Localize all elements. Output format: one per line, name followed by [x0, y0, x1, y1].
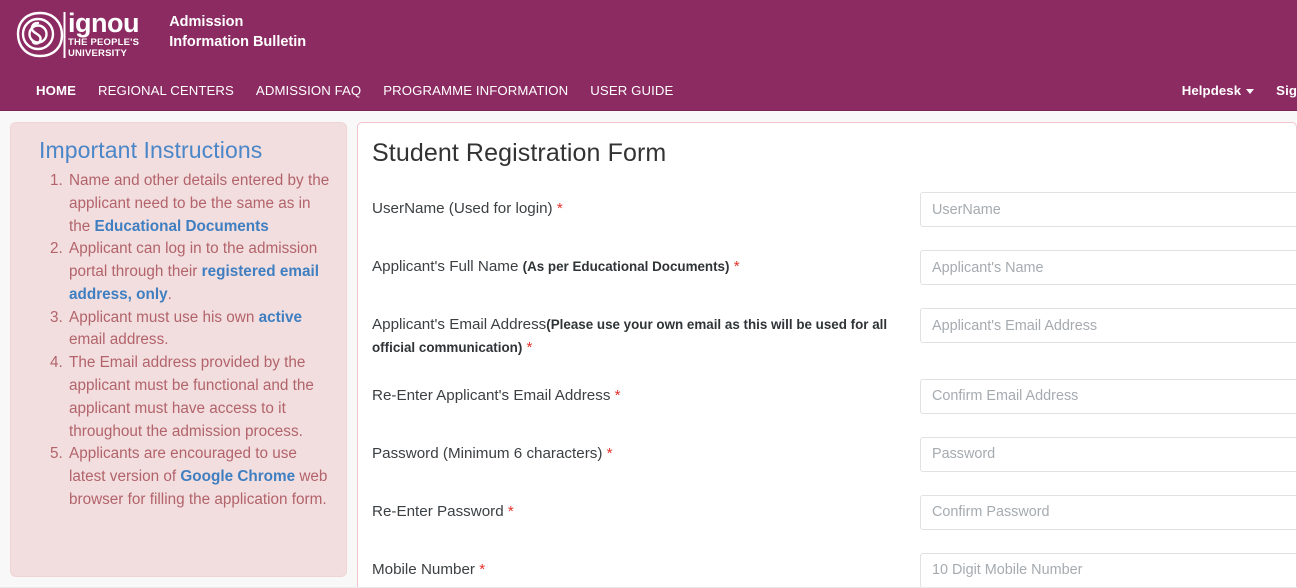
form-row-full-name: Applicant's Full Name (As per Educationa… [358, 250, 1296, 286]
form-row-username: UserName (Used for login) * [358, 192, 1296, 228]
required-marker-email: * [526, 338, 533, 356]
label-confirm-email: Re-Enter Applicant's Email Address * [372, 379, 920, 408]
instruction-4-part-1: The Email address provided by the applic… [69, 354, 314, 440]
chevron-down-icon [1246, 88, 1255, 94]
label-full-name-text: Applicant's Full Name [372, 258, 523, 275]
label-confirm-password-text: Re-Enter Password [372, 502, 504, 520]
nav-item-regional-centers[interactable]: REGIONAL CENTERS [98, 83, 252, 98]
label-mobile-text: Mobile Number [372, 560, 475, 578]
banner-title-line2: Information Bulletin [169, 34, 307, 50]
form-row-mobile: Mobile Number * [358, 552, 1296, 588]
banner-title-line1: Admission [169, 14, 244, 31]
label-mobile: Mobile Number * [372, 553, 920, 582]
page-title: Student Registration Form [372, 139, 667, 167]
brand-block: ignou THE PEOPLE'S UNIVERSITY Admission … [0, 0, 1297, 60]
field-wrap-email [920, 308, 1296, 343]
email-input[interactable] [920, 308, 1296, 343]
label-username-text: UserName (Used for login) [372, 200, 553, 217]
username-input[interactable] [920, 192, 1296, 227]
label-full-name-note: (As per Educational Documents) [522, 259, 730, 274]
label-confirm-email-text: Re-Enter Applicant's Email Address [372, 386, 611, 404]
form-row-email: Applicant's Email Address(Please use you… [358, 308, 1296, 360]
required-marker-confirm-password: * [507, 502, 514, 520]
field-wrap-password [920, 436, 1296, 472]
instructions-list: Name and other details entered by the ap… [27, 170, 330, 512]
nav-secondary-links: Helpdesk Sig [1160, 83, 1297, 98]
mobile-input[interactable] [920, 552, 1296, 588]
instruction-3-part-2: email address. [69, 331, 169, 349]
label-password-text: Password (Minimum 6 characters) [372, 444, 603, 462]
form-row-confirm-password: Re-Enter Password * [358, 494, 1296, 531]
label-password: Password (Minimum 6 characters) * [372, 437, 920, 466]
brand-wordmark: ignou [68, 8, 139, 39]
brand-logotype: ignou THE PEOPLE'S UNIVERSITY [68, 10, 139, 60]
page-banner-title: Admission Information Bulletin [169, 13, 306, 56]
instruction-5-link-1[interactable]: Google Chrome [180, 468, 295, 485]
instruction-item-3: Applicant must use his own active email … [67, 307, 330, 353]
field-wrap-full-name [920, 250, 1296, 285]
required-marker-confirm-email: * [614, 386, 621, 404]
instruction-item-4: The Email address provided by the applic… [67, 352, 330, 443]
page-body: Important Instructions Name and other de… [0, 111, 1297, 588]
instruction-item-1: Name and other details entered by the ap… [67, 170, 330, 238]
nav-primary-links: HOME REGIONAL CENTERS ADMISSION FAQ PROG… [36, 83, 695, 98]
required-marker-mobile: * [479, 560, 486, 578]
nav-item-user-guide[interactable]: USER GUIDE [590, 83, 691, 98]
instruction-2-part-2: . [167, 285, 172, 303]
brand-tagline-line2: UNIVERSITY [68, 48, 128, 59]
nav-item-helpdesk-label: Helpdesk [1181, 82, 1242, 98]
instruction-3-link-1[interactable]: active [259, 309, 302, 326]
field-wrap-mobile [920, 552, 1296, 588]
main-navigation: HOME REGIONAL CENTERS ADMISSION FAQ PROG… [0, 70, 1297, 111]
form-row-confirm-email: Re-Enter Applicant's Email Address * [358, 378, 1296, 415]
instructions-heading: Important Instructions [39, 137, 263, 163]
password-input[interactable] [920, 436, 1296, 472]
instruction-1-link-1[interactable]: Educational Documents [95, 218, 269, 235]
important-instructions-panel: Important Instructions Name and other de… [10, 122, 347, 577]
ignou-emblem-icon [14, 10, 66, 60]
nav-item-admission-faq[interactable]: ADMISSION FAQ [256, 83, 379, 98]
instruction-item-2: Applicant can log in to the admission po… [67, 238, 330, 306]
student-registration-card: Student Registration Form UserName (Used… [357, 122, 1297, 588]
field-wrap-username [920, 192, 1296, 227]
instruction-3-part-1: Applicant must use his own [69, 308, 259, 326]
field-wrap-confirm-password [920, 494, 1296, 530]
required-marker-full-name: * [733, 258, 740, 275]
nav-item-signin[interactable]: Sig [1276, 83, 1297, 98]
required-marker-password: * [606, 444, 613, 462]
nav-item-programme-information[interactable]: PROGRAMME INFORMATION [383, 83, 586, 98]
instruction-item-5: Applicants are encouraged to use latest … [67, 443, 330, 511]
required-marker-username: * [556, 200, 563, 217]
label-username: UserName (Used for login) * [372, 192, 920, 221]
confirm-email-input[interactable] [920, 378, 1296, 414]
label-confirm-password: Re-Enter Password * [372, 495, 920, 524]
form-row-password: Password (Minimum 6 characters) * [358, 436, 1296, 473]
nav-item-home[interactable]: HOME [36, 83, 94, 98]
label-email-text: Applicant's Email Address [372, 316, 547, 333]
field-wrap-confirm-email [920, 378, 1296, 414]
site-header: ignou THE PEOPLE'S UNIVERSITY Admission … [0, 0, 1297, 70]
label-full-name: Applicant's Full Name (As per Educationa… [372, 250, 920, 279]
full-name-input[interactable] [920, 250, 1296, 285]
nav-item-helpdesk[interactable]: Helpdesk [1181, 82, 1255, 98]
label-email: Applicant's Email Address(Please use you… [372, 308, 920, 360]
confirm-password-input[interactable] [920, 494, 1296, 530]
